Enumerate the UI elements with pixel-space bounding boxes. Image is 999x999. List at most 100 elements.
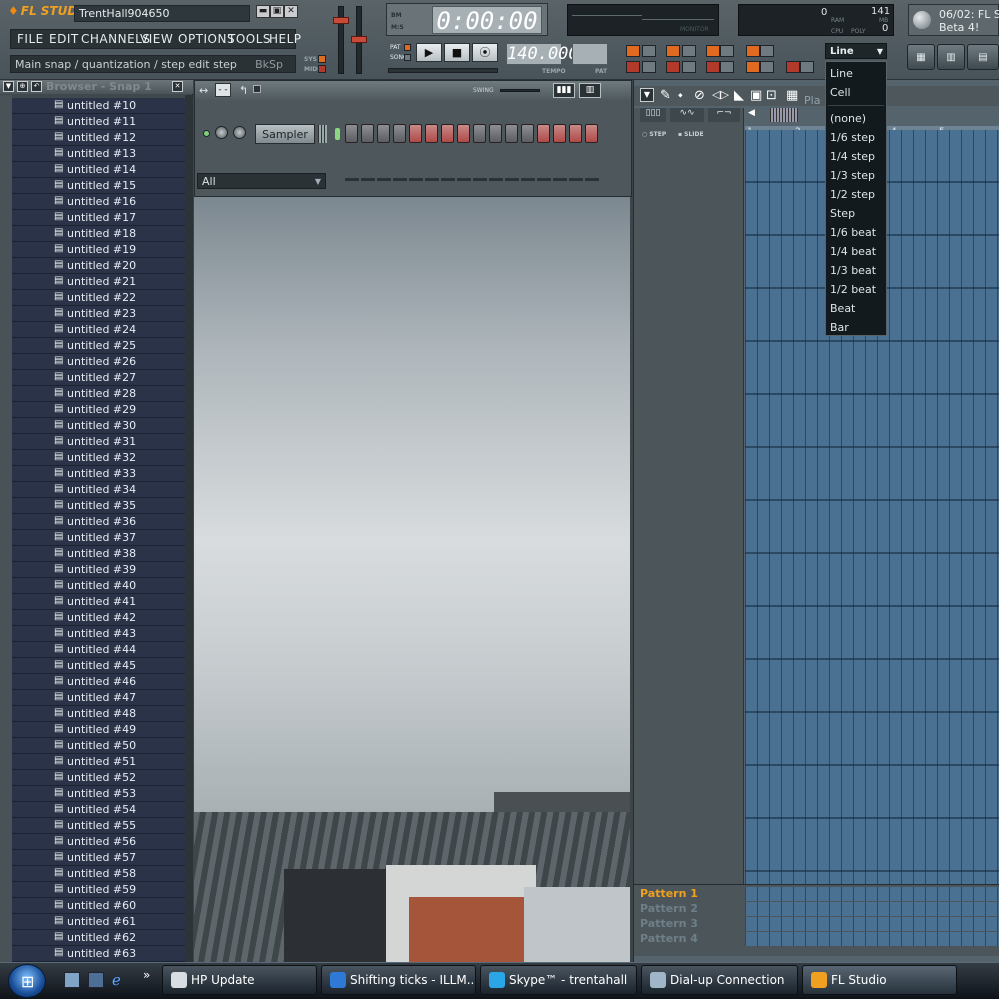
master-pitch-knob[interactable] <box>351 36 367 43</box>
snap-option[interactable]: 1/6 step <box>830 131 875 145</box>
countdown-321-icon[interactable] <box>682 45 696 57</box>
pattern-name[interactable]: Pattern 2 <box>640 902 698 916</box>
metronome-icon[interactable] <box>626 45 640 57</box>
channel-select-led[interactable] <box>335 128 340 140</box>
browser-item[interactable]: ▤ untitled #38 <box>12 546 185 562</box>
browser-item[interactable]: ▤ untitled #13 <box>12 146 185 162</box>
show-desktop-icon[interactable] <box>64 972 80 988</box>
undo-icon[interactable] <box>760 45 774 57</box>
master-volume-knob[interactable] <box>333 17 349 24</box>
browser-item[interactable]: ▤ untitled #49 <box>12 722 185 738</box>
pencil-icon[interactable]: ✎ <box>660 88 671 103</box>
taskbar-button[interactable]: FL Studio <box>802 965 957 995</box>
step-edit-icon[interactable] <box>642 45 656 57</box>
snap-option[interactable]: Line <box>830 67 853 81</box>
step-button[interactable] <box>457 124 470 143</box>
slice-icon[interactable]: ◣ <box>734 88 744 103</box>
slip-icon[interactable]: ◁▷ <box>712 88 729 101</box>
song-led[interactable] <box>404 54 411 61</box>
browser-item[interactable]: ▤ untitled #55 <box>12 818 185 834</box>
pattern-track[interactable] <box>745 917 999 931</box>
browser-item[interactable]: ▤ untitled #35 <box>12 498 185 514</box>
browser-item[interactable]: ▤ untitled #32 <box>12 450 185 466</box>
browser-close-icon[interactable]: ✕ <box>172 81 183 92</box>
browser-item[interactable]: ▤ untitled #36 <box>12 514 185 530</box>
browser-item[interactable]: ▤ untitled #50 <box>12 738 185 754</box>
options-icon[interactable] <box>253 85 261 93</box>
countdown-icon[interactable] <box>666 45 680 57</box>
step-button[interactable] <box>569 124 582 143</box>
news-panel[interactable]: 06/02: FL St Beta 4! <box>908 4 999 36</box>
menu-file[interactable]: FILE <box>17 32 44 47</box>
step-button[interactable] <box>473 124 486 143</box>
step-button[interactable] <box>377 124 390 143</box>
record-button[interactable]: ⦿ <box>472 43 498 62</box>
snap-option[interactable]: Bar <box>830 321 849 335</box>
internet-explorer-icon[interactable]: ℯ <box>112 972 128 988</box>
piano-roll-window-button[interactable]: ▤ <box>967 44 999 70</box>
song-mode-icon[interactable] <box>786 61 800 73</box>
browser-item[interactable]: ▤ untitled #21 <box>12 274 185 290</box>
step-button[interactable] <box>585 124 598 143</box>
browser-item[interactable]: ▤ untitled #18 <box>12 226 185 242</box>
browser-item[interactable]: ▤ untitled #51 <box>12 754 185 770</box>
step-mode-icon[interactable]: ▯▯▯ <box>640 108 666 122</box>
browser-item[interactable]: ▤ untitled #16 <box>12 194 185 210</box>
snap-option[interactable]: (none) <box>830 112 866 126</box>
browser-item[interactable]: ▤ untitled #19 <box>12 242 185 258</box>
step-button[interactable] <box>553 124 566 143</box>
channel-grip[interactable] <box>318 125 327 143</box>
keyboard-icon[interactable]: ▥ <box>579 83 601 98</box>
scroll-left-icon[interactable]: ◀ <box>748 108 762 122</box>
wait-icon[interactable] <box>642 61 656 73</box>
menu-options[interactable]: OPTIONS <box>178 32 235 47</box>
switch-windows-icon[interactable] <box>88 972 104 988</box>
browser-back-icon[interactable]: ↶ <box>31 81 42 92</box>
browser-item[interactable]: ▤ untitled #24 <box>12 322 185 338</box>
step-button[interactable] <box>489 124 502 143</box>
browser-collapse-icon[interactable]: ⊕ <box>17 81 28 92</box>
piano-icon[interactable] <box>720 45 734 57</box>
snap-option[interactable]: 1/4 beat <box>830 245 876 259</box>
browser-item[interactable]: ▤ untitled #52 <box>12 770 185 786</box>
graph-editor-icon[interactable]: - - <box>215 83 231 97</box>
browser-item[interactable]: ▤ untitled #34 <box>12 482 185 498</box>
pattern-name[interactable]: Pattern 1 <box>640 887 698 901</box>
step-button[interactable] <box>345 124 358 143</box>
taskbar-button[interactable]: Skype™ - trentahall <box>480 965 637 995</box>
snap-option[interactable]: 1/4 step <box>830 150 875 164</box>
delete-icon[interactable]: ⊘ <box>694 88 705 103</box>
browser-item[interactable]: ▤ untitled #57 <box>12 850 185 866</box>
browser-item[interactable]: ▤ untitled #17 <box>12 210 185 226</box>
auto-scroll-icon[interactable] <box>626 61 640 73</box>
blend-notes-icon[interactable] <box>706 45 720 57</box>
browser-item[interactable]: ▤ untitled #12 <box>12 130 185 146</box>
fl-studio-logo[interactable]: ♦ FL STUDIO <box>8 4 92 22</box>
browser-item[interactable]: ▤ untitled #58 <box>12 866 185 882</box>
snap-option[interactable]: 1/6 beat <box>830 226 876 240</box>
browser-item[interactable]: ▤ untitled #25 <box>12 338 185 354</box>
channel-volume-knob[interactable] <box>215 126 228 139</box>
browser-item[interactable]: ▤ untitled #44 <box>12 642 185 658</box>
browser-item[interactable]: ▤ untitled #63 <box>12 946 185 962</box>
browser-item[interactable]: ▤ untitled #29 <box>12 402 185 418</box>
bars-icon[interactable]: ▮▮▮ <box>553 83 575 98</box>
browser-item[interactable]: ▤ untitled #43 <box>12 626 185 642</box>
pattern-track[interactable] <box>745 887 999 901</box>
browser-item[interactable]: ▤ untitled #46 <box>12 674 185 690</box>
resize-arrows-icon[interactable]: ↔ <box>199 84 208 97</box>
step-button[interactable] <box>361 124 374 143</box>
browser-item[interactable]: ▤ untitled #22 <box>12 290 185 306</box>
typing-keyboard-icon[interactable] <box>666 61 680 73</box>
browser-item[interactable]: ▤ untitled #15 <box>12 178 185 194</box>
automation-icon[interactable]: ∿∿ <box>670 108 704 122</box>
pattern-track[interactable] <box>745 902 999 916</box>
brush-icon[interactable]: ⬩ <box>678 88 683 103</box>
song-position-slider[interactable] <box>388 68 498 73</box>
pattern-name[interactable]: Pattern 4 <box>640 932 698 946</box>
pattern-track[interactable] <box>745 932 999 946</box>
step-button[interactable] <box>441 124 454 143</box>
step-button[interactable] <box>537 124 550 143</box>
browser-item[interactable]: ▤ untitled #42 <box>12 610 185 626</box>
browser-item[interactable]: ▤ untitled #10 <box>12 98 185 114</box>
